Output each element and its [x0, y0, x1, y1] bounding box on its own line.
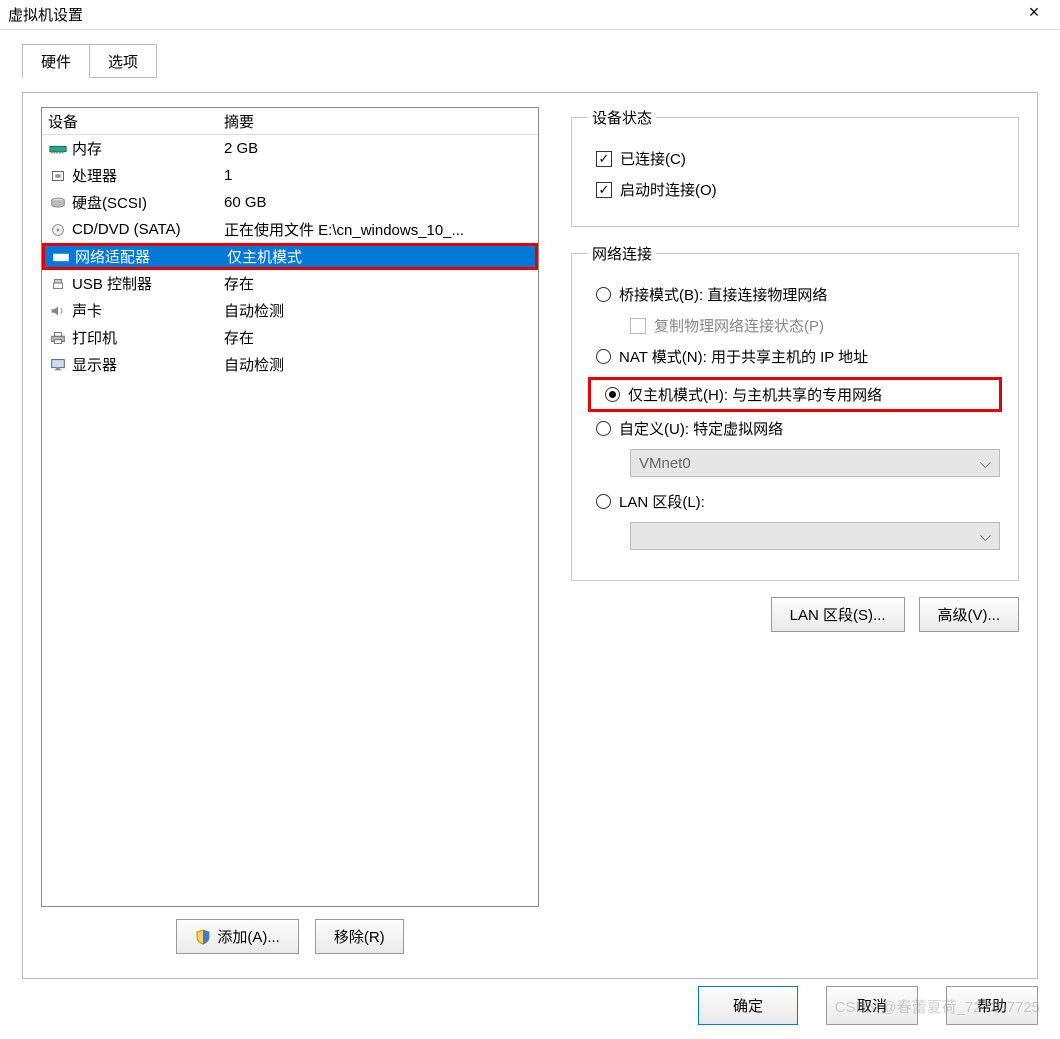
device-row-memory[interactable]: 内存 2 GB [42, 135, 538, 162]
row-summary: 自动检测 [220, 354, 538, 375]
row-summary: 2 GB [220, 140, 538, 157]
radio-icon [596, 421, 611, 436]
device-status-legend: 设备状态 [588, 107, 656, 128]
disk-icon [48, 194, 68, 212]
row-label: 声卡 [72, 300, 102, 321]
add-button[interactable]: 添加(A)... [176, 919, 299, 954]
usb-icon [48, 275, 68, 293]
custom-vmnet-select: VMnet0 ⌵ [630, 449, 1000, 477]
cd-icon [48, 221, 68, 239]
device-row-display[interactable]: 显示器 自动检测 [42, 351, 538, 378]
connected-checkbox[interactable]: ✓ 已连接(C) [596, 148, 1002, 169]
radio-icon [596, 287, 611, 302]
close-icon[interactable]: × [1014, 2, 1054, 28]
row-label: 显示器 [72, 354, 117, 375]
add-button-label: 添加(A)... [217, 926, 280, 947]
sound-icon [48, 302, 68, 320]
row-summary: 存在 [220, 327, 538, 348]
ok-button[interactable]: 确定 [698, 986, 798, 1025]
device-list[interactable]: 设备 摘要 内存 2 GB 处理器 1 硬盘(SCSI) 60 GB CD/DV… [41, 107, 539, 907]
row-label: 网络适配器 [75, 246, 150, 267]
radio-bridged-label: 桥接模式(B): 直接连接物理网络 [619, 284, 827, 305]
radio-custom-label: 自定义(U): 特定虚拟网络 [619, 418, 783, 439]
network-connection-group: 网络连接 桥接模式(B): 直接连接物理网络 复制物理网络连接状态(P) NAT… [571, 243, 1019, 581]
row-label: USB 控制器 [72, 273, 152, 294]
device-row-cpu[interactable]: 处理器 1 [42, 162, 538, 189]
row-summary: 60 GB [220, 194, 538, 211]
row-summary: 1 [220, 167, 538, 184]
radio-host-only-label: 仅主机模式(H): 与主机共享的专用网络 [628, 384, 882, 405]
row-summary: 正在使用文件 E:\cn_windows_10_... [220, 219, 538, 240]
connect-on-start-checkbox[interactable]: ✓ 启动时连接(O) [596, 179, 1002, 200]
device-row-sound[interactable]: 声卡 自动检测 [42, 297, 538, 324]
header-summary[interactable]: 摘要 [220, 111, 538, 132]
radio-bridged[interactable]: 桥接模式(B): 直接连接物理网络 [596, 284, 1002, 305]
radio-icon [605, 387, 620, 402]
custom-vmnet-value: VMnet0 [639, 455, 691, 472]
chevron-down-icon: ⌵ [980, 528, 991, 545]
row-summary: 仅主机模式 [223, 246, 535, 267]
device-status-group: 设备状态 ✓ 已连接(C) ✓ 启动时连接(O) [571, 107, 1019, 227]
tab-hardware[interactable]: 硬件 [22, 44, 90, 78]
network-icon [51, 248, 71, 266]
network-connection-legend: 网络连接 [588, 243, 656, 264]
radio-host-only[interactable]: 仅主机模式(H): 与主机共享的专用网络 [605, 384, 993, 405]
radio-nat-label: NAT 模式(N): 用于共享主机的 IP 地址 [619, 346, 868, 367]
lan-segment-select: ⌵ [630, 522, 1000, 550]
display-icon [48, 356, 68, 374]
help-button[interactable]: 帮助 [946, 986, 1038, 1025]
replicate-label: 复制物理网络连接状态(P) [654, 315, 824, 336]
cpu-icon [48, 167, 68, 185]
panel-frame: 设备 摘要 内存 2 GB 处理器 1 硬盘(SCSI) 60 GB CD/DV… [22, 92, 1038, 979]
tab-options[interactable]: 选项 [89, 44, 157, 78]
radio-icon [596, 349, 611, 364]
device-row-disk[interactable]: 硬盘(SCSI) 60 GB [42, 189, 538, 216]
row-label: CD/DVD (SATA) [72, 221, 181, 238]
check-icon: ✓ [596, 151, 612, 167]
header-device[interactable]: 设备 [42, 111, 220, 132]
row-label: 打印机 [72, 327, 117, 348]
device-list-header: 设备 摘要 [42, 108, 538, 135]
radio-lan-segment-label: LAN 区段(L): [619, 491, 705, 512]
radio-nat[interactable]: NAT 模式(N): 用于共享主机的 IP 地址 [596, 346, 1002, 367]
radio-lan-segment[interactable]: LAN 区段(L): [596, 491, 1002, 512]
row-label: 内存 [72, 138, 102, 159]
radio-custom[interactable]: 自定义(U): 特定虚拟网络 [596, 418, 1002, 439]
check-icon [630, 318, 646, 334]
host-only-highlight: 仅主机模式(H): 与主机共享的专用网络 [588, 377, 1002, 412]
row-label: 硬盘(SCSI) [72, 192, 147, 213]
replicate-checkbox: 复制物理网络连接状态(P) [630, 315, 1002, 336]
radio-icon [596, 494, 611, 509]
device-row-printer[interactable]: 打印机 存在 [42, 324, 538, 351]
printer-icon [48, 329, 68, 347]
dialog-buttons: 确定 取消 帮助 [698, 986, 1038, 1025]
check-icon: ✓ [596, 182, 612, 198]
memory-icon [48, 140, 68, 158]
device-row-usb[interactable]: USB 控制器 存在 [42, 270, 538, 297]
window-title: 虚拟机设置 [8, 4, 83, 25]
remove-button-label: 移除(R) [334, 926, 385, 947]
device-row-network[interactable]: 网络适配器 仅主机模式 [42, 243, 538, 270]
connect-on-start-label: 启动时连接(O) [620, 179, 717, 200]
tabstrip: 硬件 选项 [22, 44, 1060, 78]
shield-icon [195, 929, 211, 945]
lan-segments-button[interactable]: LAN 区段(S)... [771, 597, 905, 632]
row-summary: 存在 [220, 273, 538, 294]
connected-label: 已连接(C) [620, 148, 686, 169]
device-row-cd[interactable]: CD/DVD (SATA) 正在使用文件 E:\cn_windows_10_..… [42, 216, 538, 243]
cancel-button[interactable]: 取消 [826, 986, 918, 1025]
advanced-button[interactable]: 高级(V)... [919, 597, 1020, 632]
row-label: 处理器 [72, 165, 117, 186]
row-summary: 自动检测 [220, 300, 538, 321]
chevron-down-icon: ⌵ [980, 455, 991, 472]
titlebar: 虚拟机设置 × [0, 0, 1060, 30]
remove-button[interactable]: 移除(R) [315, 919, 404, 954]
